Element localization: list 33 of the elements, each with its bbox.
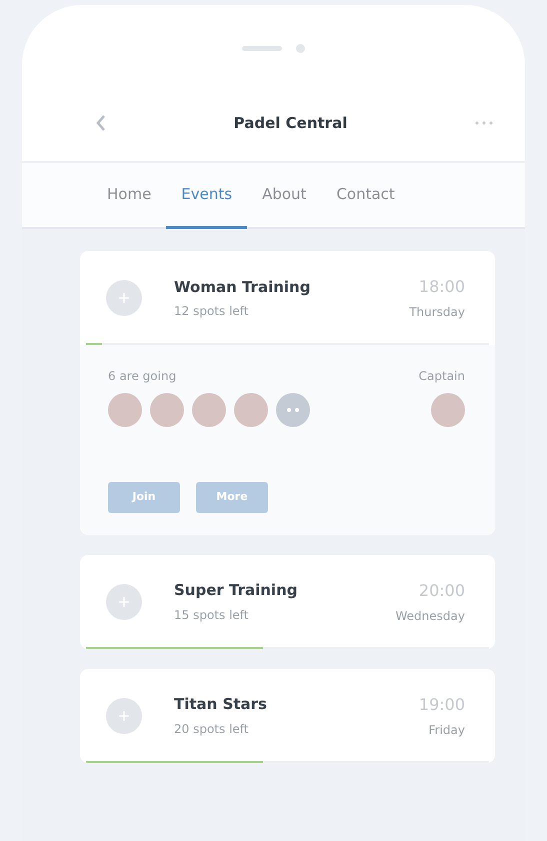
more-attendees-icon[interactable] bbox=[276, 393, 310, 427]
camera-dot bbox=[296, 44, 305, 52]
back-icon[interactable] bbox=[96, 114, 106, 132]
event-time: 18:00 bbox=[418, 276, 465, 298]
avatar bbox=[108, 393, 142, 427]
avatar bbox=[150, 393, 184, 427]
spots-left: 15 spots left bbox=[174, 606, 250, 624]
add-icon[interactable] bbox=[106, 280, 142, 316]
spots-left: 20 spots left bbox=[174, 720, 250, 738]
action-button[interactable]: More bbox=[196, 482, 268, 512]
nav-tab[interactable]: About bbox=[247, 163, 322, 229]
event-name: Titan Stars bbox=[174, 694, 268, 716]
going-count: 6 are going bbox=[108, 368, 178, 385]
more-options-icon[interactable] bbox=[475, 121, 493, 125]
event-time: 20:00 bbox=[418, 580, 465, 602]
event-time: 19:00 bbox=[418, 694, 465, 716]
app-title: Padel Central bbox=[234, 112, 348, 134]
avatar bbox=[234, 393, 268, 427]
speaker-slot bbox=[242, 46, 282, 50]
nav-tab[interactable]: Home bbox=[92, 163, 166, 229]
captain-avatar bbox=[431, 393, 465, 427]
avatar bbox=[192, 393, 226, 427]
event-day: Wednesday bbox=[396, 606, 465, 624]
captain-label: Captain bbox=[418, 368, 465, 385]
add-icon[interactable] bbox=[106, 584, 142, 620]
action-button[interactable]: Join bbox=[108, 482, 180, 512]
spots-left: 12 spots left bbox=[174, 303, 250, 320]
event-name: Super Training bbox=[174, 580, 298, 602]
add-icon[interactable] bbox=[106, 698, 142, 734]
event-day: Friday bbox=[418, 720, 465, 738]
event-name: Woman Training bbox=[174, 276, 312, 298]
event-day: Thursday bbox=[409, 303, 465, 321]
nav-tab[interactable]: Contact bbox=[321, 163, 410, 229]
